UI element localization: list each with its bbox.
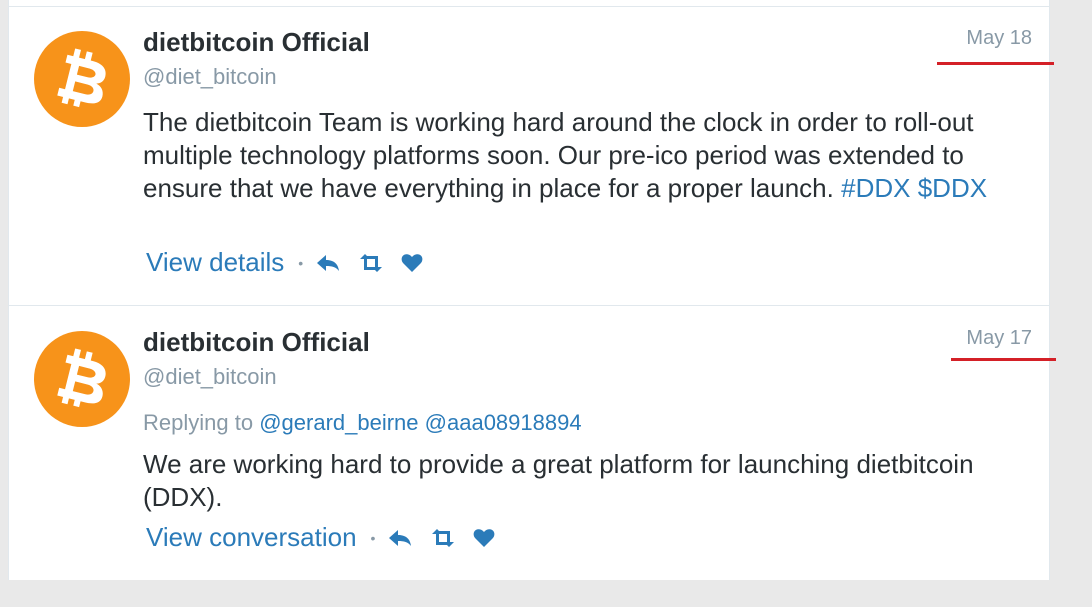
retweet-icon[interactable] — [357, 253, 385, 273]
tweet-timeline: dietbitcoin Official @diet_bitcoin May 1… — [8, 0, 1056, 580]
red-underline-annotation — [937, 62, 1054, 65]
mention-link[interactable]: @gerard_beirne — [259, 410, 418, 435]
replying-to-label: Replying to — [143, 410, 254, 435]
replying-to: Replying to @gerard_beirne @aaa08918894 — [143, 410, 582, 436]
tweet-text: The dietbitcoin Team is working hard aro… — [143, 106, 1043, 205]
separator-dot: • — [298, 254, 304, 271]
tweet-actions: View conversation • — [146, 522, 511, 553]
avatar[interactable] — [34, 331, 130, 427]
reply-icon[interactable] — [315, 253, 341, 273]
like-icon[interactable] — [473, 528, 495, 548]
tweet-actions: View details • — [146, 247, 439, 278]
bitcoin-logo-icon — [57, 348, 106, 408]
tweet-date[interactable]: May 17 — [966, 327, 1032, 350]
cashtag-link[interactable]: $DDX — [918, 173, 987, 203]
divider — [9, 305, 1049, 306]
separator-dot: • — [370, 529, 376, 546]
hashtag-link[interactable]: #DDX — [841, 173, 910, 203]
reply-icon[interactable] — [387, 528, 413, 548]
tweet-date[interactable]: May 18 — [966, 27, 1032, 50]
like-icon[interactable] — [401, 253, 423, 273]
retweet-icon[interactable] — [429, 528, 457, 548]
author-name[interactable]: dietbitcoin Official — [143, 27, 370, 58]
view-details-link[interactable]: View details — [146, 247, 284, 278]
author-handle[interactable]: @diet_bitcoin — [143, 64, 277, 90]
mention-link[interactable]: @aaa08918894 — [425, 410, 582, 435]
author-name[interactable]: dietbitcoin Official — [143, 327, 370, 358]
author-handle[interactable]: @diet_bitcoin — [143, 364, 277, 390]
avatar[interactable] — [34, 31, 130, 127]
red-underline-annotation — [951, 358, 1056, 361]
view-conversation-link[interactable]: View conversation — [146, 522, 357, 553]
tweet-text: We are working hard to provide a great p… — [143, 449, 974, 512]
tweet-card[interactable]: dietbitcoin Official @diet_bitcoin May 1… — [9, 307, 1056, 607]
bitcoin-logo-icon — [57, 48, 106, 108]
tweet-card[interactable]: dietbitcoin Official @diet_bitcoin May 1… — [9, 7, 1054, 307]
